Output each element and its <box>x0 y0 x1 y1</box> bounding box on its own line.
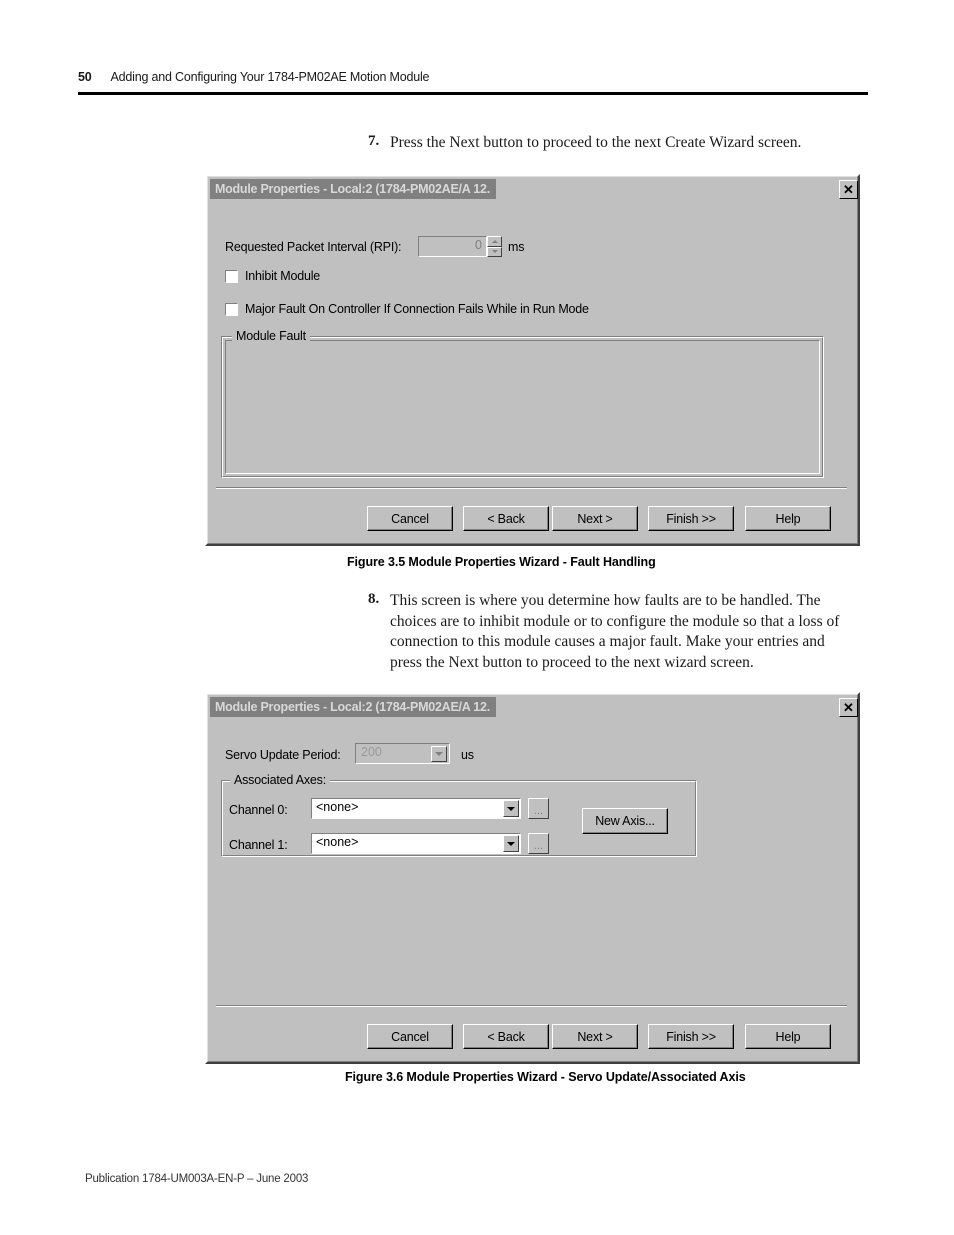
close-glyph: ✕ <box>843 181 854 197</box>
cancel-button[interactable]: Cancel <box>367 506 453 531</box>
chevron-down-icon[interactable] <box>431 746 447 762</box>
finish-button[interactable]: Finish >> <box>648 1024 734 1049</box>
inhibit-module-label: Inhibit Module <box>245 269 321 283</box>
back-button-label: < Back <box>487 511 525 526</box>
back-button-label: < Back <box>487 1029 525 1044</box>
page-number: 50 <box>78 70 92 84</box>
servo-update-period-units: us <box>461 748 474 762</box>
dialog-titlebar[interactable]: Module Properties - Local:2 (1784-PM02AE… <box>210 179 855 199</box>
ellipsis-icon: ... <box>533 805 544 817</box>
triangle-glyph <box>507 806 515 811</box>
dialog-title: Module Properties - Local:2 (1784-PM02AE… <box>210 179 496 199</box>
chevron-up-icon <box>491 239 498 243</box>
step-number: 8. <box>368 591 380 607</box>
channel-1-label: Channel 1: <box>229 838 288 852</box>
module-properties-servo-dialog[interactable]: Module Properties - Local:2 (1784-PM02AE… <box>205 692 860 1064</box>
checkbox-box-icon[interactable] <box>225 302 238 316</box>
back-button[interactable]: < Back <box>463 1024 549 1049</box>
channel-1-select[interactable]: <none> <box>311 833 521 854</box>
channel-0-label: Channel 0: <box>229 803 288 817</box>
channel-0-browse-button[interactable]: ... <box>528 798 549 819</box>
figure-caption-36: Figure 3.6 Module Properties Wizard - Se… <box>345 1070 746 1084</box>
associated-axes-group-title: Associated Axes: <box>230 774 330 787</box>
close-icon[interactable]: ✕ <box>839 180 858 199</box>
finish-button-label: Finish >> <box>666 1029 716 1044</box>
next-button-label: Next > <box>577 1029 613 1044</box>
page-title: Adding and Configuring Your 1784-PM02AE … <box>110 70 430 84</box>
help-button-label: Help <box>775 1029 801 1044</box>
header-divider <box>78 92 868 95</box>
figure-caption-35: Figure 3.5 Module Properties Wizard - Fa… <box>347 555 656 569</box>
cancel-button-label: Cancel <box>391 511 429 526</box>
triangle-glyph <box>507 841 515 846</box>
module-fault-textarea[interactable] <box>225 340 820 474</box>
step-text: Press the Next button to proceed to the … <box>390 134 802 151</box>
next-button-label: Next > <box>577 511 613 526</box>
module-properties-fault-dialog[interactable]: Module Properties - Local:2 (1784-PM02AE… <box>205 174 860 546</box>
help-button[interactable]: Help <box>745 1024 831 1049</box>
step-number: 7. <box>368 133 380 149</box>
dialog-separator <box>216 487 847 489</box>
back-button[interactable]: < Back <box>463 506 549 531</box>
next-button[interactable]: Next > <box>552 1024 638 1049</box>
dialog-titlebar[interactable]: Module Properties - Local:2 (1784-PM02AE… <box>210 697 855 717</box>
rpi-spinner-up[interactable] <box>487 236 502 247</box>
close-glyph: ✕ <box>843 699 854 715</box>
help-button[interactable]: Help <box>745 506 831 531</box>
channel-1-browse-button[interactable]: ... <box>528 833 549 854</box>
step-text: This screen is where you determine how f… <box>390 592 840 671</box>
major-fault-label: Major Fault On Controller If Connection … <box>245 302 589 316</box>
cancel-button-label: Cancel <box>391 1029 429 1044</box>
rpi-spinner[interactable] <box>487 236 502 257</box>
finish-button-label: Finish >> <box>666 511 716 526</box>
triangle-glyph <box>435 752 443 756</box>
checkbox-box-icon[interactable] <box>225 269 238 283</box>
servo-update-period-label: Servo Update Period: <box>225 748 341 762</box>
module-fault-group-title: Module Fault <box>232 330 310 343</box>
rpi-spinner-down[interactable] <box>487 246 502 257</box>
chevron-down-icon[interactable] <box>503 835 519 852</box>
rpi-label: Requested Packet Interval (RPI): <box>225 240 402 254</box>
dialog-title: Module Properties - Local:2 (1784-PM02AE… <box>210 697 496 717</box>
chevron-down-icon <box>491 250 498 254</box>
ellipsis-icon: ... <box>533 840 544 852</box>
step-item-7: 7. Press the Next button to proceed to t… <box>368 133 868 154</box>
new-axis-button-label: New Axis... <box>595 814 655 828</box>
page-header: 50 Adding and Configuring Your 1784-PM02… <box>78 70 868 84</box>
chevron-down-icon[interactable] <box>503 800 519 817</box>
next-button[interactable]: Next > <box>552 506 638 531</box>
help-button-label: Help <box>775 511 801 526</box>
cancel-button[interactable]: Cancel <box>367 1024 453 1049</box>
major-fault-checkbox[interactable]: Major Fault On Controller If Connection … <box>225 302 589 316</box>
inhibit-module-checkbox[interactable]: Inhibit Module <box>225 269 320 283</box>
finish-button[interactable]: Finish >> <box>648 506 734 531</box>
dialog-separator <box>216 1005 847 1007</box>
rpi-input[interactable]: 0 <box>418 236 487 257</box>
rpi-units: ms <box>508 240 525 254</box>
new-axis-button[interactable]: New Axis... <box>582 808 668 834</box>
page-footer: Publication 1784-UM003A-EN-P – June 2003 <box>85 1173 309 1185</box>
channel-0-select[interactable]: <none> <box>311 798 521 819</box>
close-icon[interactable]: ✕ <box>839 698 858 717</box>
step-item-8: 8. This screen is where you determine ho… <box>368 591 860 673</box>
